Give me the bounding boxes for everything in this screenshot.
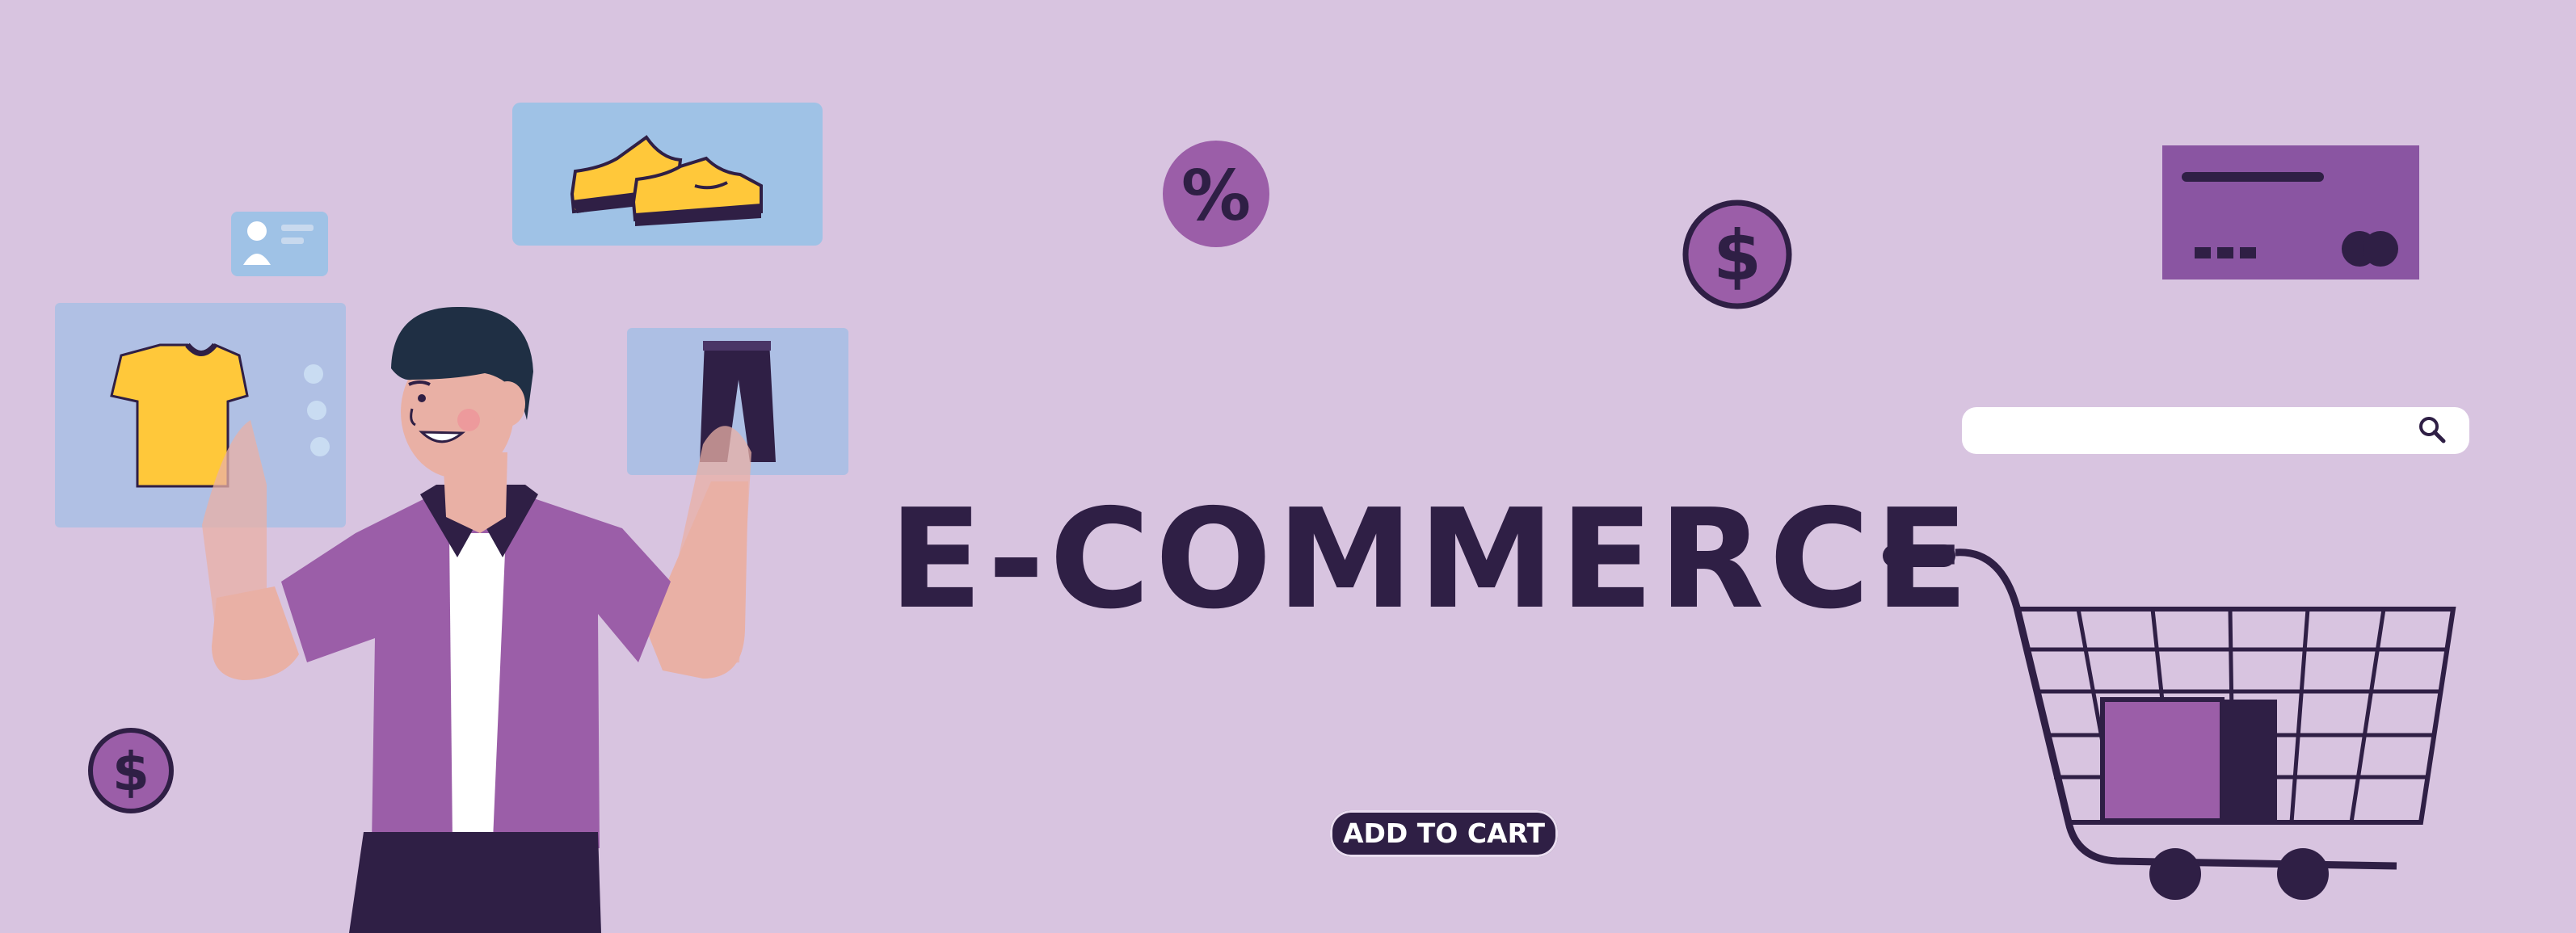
add-to-cart-button[interactable]: ADD TO CART	[1330, 810, 1558, 857]
dollar-icon: $	[1682, 200, 1792, 309]
product-panel-tshirt[interactable]	[55, 303, 346, 527]
dollar-icon: $	[88, 728, 174, 813]
credit-card-icon	[2162, 145, 2419, 279]
user-profile-icon	[231, 212, 328, 276]
product-panel-sneakers[interactable]	[512, 103, 823, 246]
banner-illustration: % $ $	[55, 103, 2456, 933]
search-input[interactable]	[1962, 407, 2469, 454]
dollar-symbol: $	[1713, 216, 1762, 296]
page-title: E-COMMERCE	[889, 480, 1974, 640]
dollar-symbol: $	[112, 741, 149, 803]
percent-symbol: %	[1181, 156, 1251, 237]
percent-icon: %	[1163, 141, 1269, 247]
search-icon[interactable]	[2414, 412, 2452, 449]
